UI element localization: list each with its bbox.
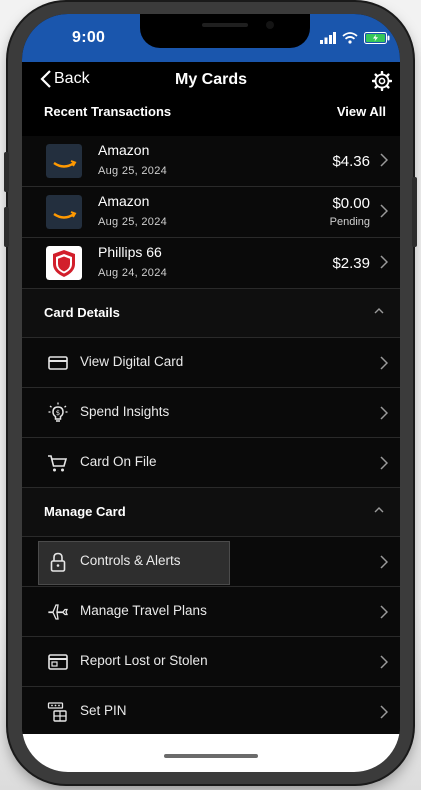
chevron-up-icon xyxy=(374,507,384,513)
amazon-logo-icon xyxy=(46,195,82,229)
chevron-right-icon xyxy=(380,605,388,619)
volume-button xyxy=(4,152,9,192)
phillips66-logo-icon xyxy=(46,246,82,280)
menu-item-label: Spend Insights xyxy=(80,404,170,419)
transaction-row[interactable]: Phillips 66 Aug 24, 2024 $2.39 xyxy=(22,238,400,289)
manage-card-header[interactable]: Manage Card xyxy=(22,488,400,537)
phone-frame: 9:00 Back My Cards Recent Transactions V… xyxy=(4,2,417,784)
menu-item-set-pin[interactable]: Set PIN xyxy=(22,687,400,737)
manage-card-heading: Manage Card xyxy=(44,504,126,519)
menu-item-card-on-file[interactable]: Card On File xyxy=(22,438,400,488)
chevron-right-icon xyxy=(380,204,388,218)
shopping-cart-icon xyxy=(48,455,68,472)
menu-item-label: Report Lost or Stolen xyxy=(80,653,208,668)
recent-transactions-heading: Recent Transactions xyxy=(44,104,172,119)
gear-icon[interactable] xyxy=(372,71,392,91)
camera xyxy=(266,21,274,29)
transaction-merchant: Amazon xyxy=(98,142,150,158)
transaction-date: Aug 25, 2024 xyxy=(98,165,168,177)
transaction-date: Aug 24, 2024 xyxy=(98,267,168,279)
pin-keypad-icon xyxy=(47,702,67,722)
page-title: My Cards xyxy=(174,71,248,88)
notch xyxy=(140,14,310,48)
card-alert-icon xyxy=(48,654,68,670)
chevron-right-icon xyxy=(380,705,388,719)
lightbulb-icon: $ xyxy=(48,402,68,422)
nav-bar: Back My Cards xyxy=(22,62,400,100)
lock-icon xyxy=(50,552,66,572)
amazon-logo-icon xyxy=(46,144,82,178)
menu-item-controls-alerts[interactable]: Controls & Alerts xyxy=(22,537,400,587)
transaction-row[interactable]: Amazon Aug 25, 2024 $0.00 Pending xyxy=(22,187,400,238)
speaker xyxy=(202,23,248,27)
transaction-date: Aug 25, 2024 xyxy=(98,216,168,228)
recent-transactions-header: Recent Transactions View All xyxy=(22,100,400,130)
chevron-right-icon xyxy=(380,356,388,370)
card-details-header[interactable]: Card Details xyxy=(22,289,400,338)
credit-card-icon xyxy=(48,356,68,370)
status-time: 9:00 xyxy=(72,29,106,46)
view-all-link[interactable]: View All xyxy=(337,104,386,119)
phone-screen: 9:00 Back My Cards Recent Transactions V… xyxy=(22,14,400,772)
chevron-up-icon xyxy=(374,308,384,314)
transaction-amount: $0.00 xyxy=(332,195,370,212)
signal-icon xyxy=(320,32,336,44)
chevron-right-icon xyxy=(380,555,388,569)
transaction-row[interactable]: Amazon Aug 25, 2024 $4.36 xyxy=(22,136,400,187)
card-details-heading: Card Details xyxy=(44,305,120,320)
menu-item-manage-travel-plans[interactable]: Manage Travel Plans xyxy=(22,587,400,637)
home-indicator[interactable] xyxy=(164,754,258,758)
menu-item-label: Controls & Alerts xyxy=(80,553,181,568)
transaction-amount: $2.39 xyxy=(332,255,370,272)
menu-item-label: Manage Travel Plans xyxy=(80,603,207,618)
menu-item-spend-insights[interactable]: $ Spend Insights xyxy=(22,388,400,438)
menu-item-label: Card On File xyxy=(80,454,157,469)
chevron-right-icon xyxy=(380,406,388,420)
chevron-right-icon xyxy=(380,655,388,669)
transaction-amount: $4.36 xyxy=(332,153,370,170)
transaction-merchant: Phillips 66 xyxy=(98,244,162,260)
menu-item-label: View Digital Card xyxy=(80,354,184,369)
volume-button xyxy=(4,207,9,247)
menu-item-view-digital-card[interactable]: View Digital Card xyxy=(22,338,400,388)
battery-icon xyxy=(364,32,390,44)
chevron-right-icon xyxy=(380,456,388,470)
bottom-bar xyxy=(22,734,400,772)
power-button xyxy=(412,177,417,247)
menu-item-label: Set PIN xyxy=(80,703,127,718)
status-icons xyxy=(320,30,390,46)
status-bar: 9:00 xyxy=(22,14,400,62)
wifi-icon xyxy=(342,32,358,44)
transaction-status: Pending xyxy=(329,216,370,228)
chevron-right-icon xyxy=(380,153,388,167)
transaction-merchant: Amazon xyxy=(98,193,150,209)
svg-text:$: $ xyxy=(56,409,60,417)
menu-item-report-lost-stolen[interactable]: Report Lost or Stolen xyxy=(22,637,400,687)
chevron-right-icon xyxy=(380,255,388,269)
airplane-icon xyxy=(48,604,68,620)
